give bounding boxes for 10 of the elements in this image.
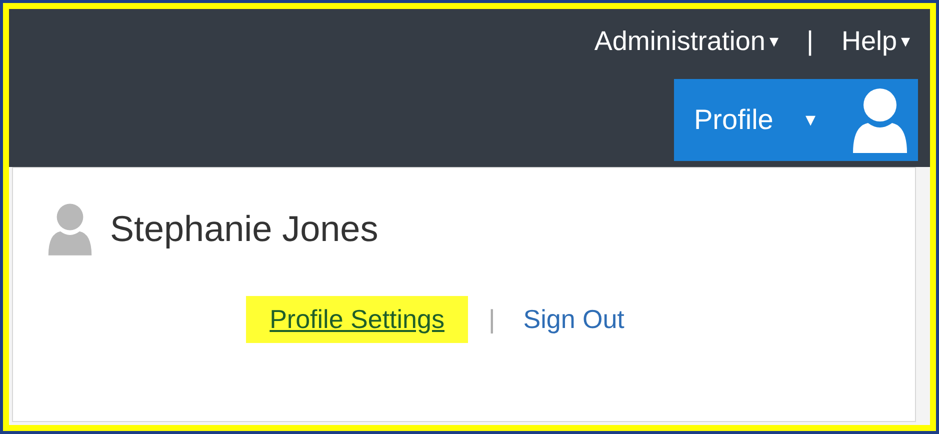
user-avatar-icon — [850, 86, 910, 152]
menu-link[interactable]: Administration▾ — [594, 21, 778, 62]
profile-link[interactable]: Sign Out — [515, 296, 632, 343]
user-avatar-icon — [46, 202, 94, 256]
menu-separator: | — [806, 25, 814, 58]
profile-link[interactable]: Profile Settings — [246, 296, 468, 343]
menu-link[interactable]: Help▾ — [841, 21, 910, 62]
user-name: Stephanie Jones — [110, 207, 378, 251]
profile-button[interactable]: Profile ▾ — [674, 78, 918, 160]
link-separator: | — [488, 303, 496, 336]
